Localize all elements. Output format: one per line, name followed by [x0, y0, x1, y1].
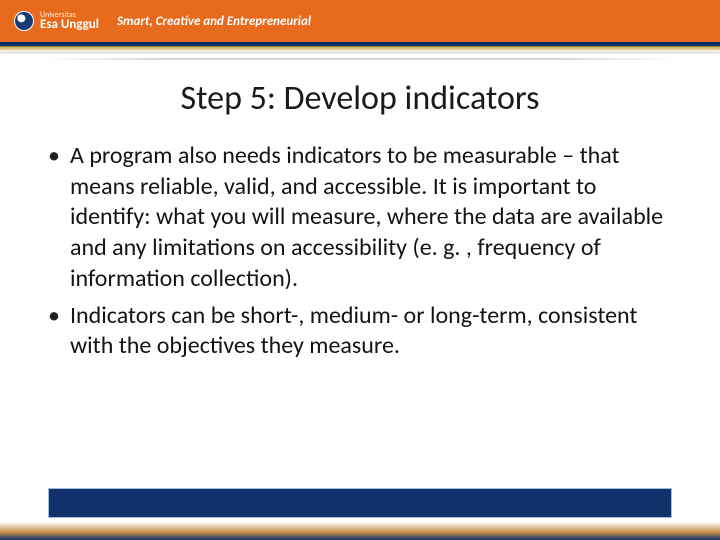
- header-divider: [0, 42, 720, 52]
- logo-text: Universitas Esa Unggul: [40, 11, 99, 31]
- tagline: Smart, Creative and Entrepreneurial: [117, 14, 311, 29]
- list-item: A program also needs indicators to be me…: [46, 141, 674, 295]
- bullet-list: A program also needs indicators to be me…: [46, 141, 674, 362]
- university-logo: Universitas Esa Unggul: [14, 11, 99, 31]
- logo-small-text: Universitas: [40, 11, 99, 19]
- thin-divider: [40, 58, 680, 60]
- slide-title: Step 5: Develop indicators: [0, 78, 720, 119]
- footer-band: [48, 488, 672, 518]
- logo-icon: [14, 11, 34, 31]
- slide-content: A program also needs indicators to be me…: [0, 141, 720, 362]
- header-bar: Universitas Esa Unggul Smart, Creative a…: [0, 0, 720, 42]
- list-item: Indicators can be short-, medium- or lon…: [46, 301, 674, 362]
- footer-decoration: [0, 488, 720, 540]
- footer-gradient: [0, 522, 720, 540]
